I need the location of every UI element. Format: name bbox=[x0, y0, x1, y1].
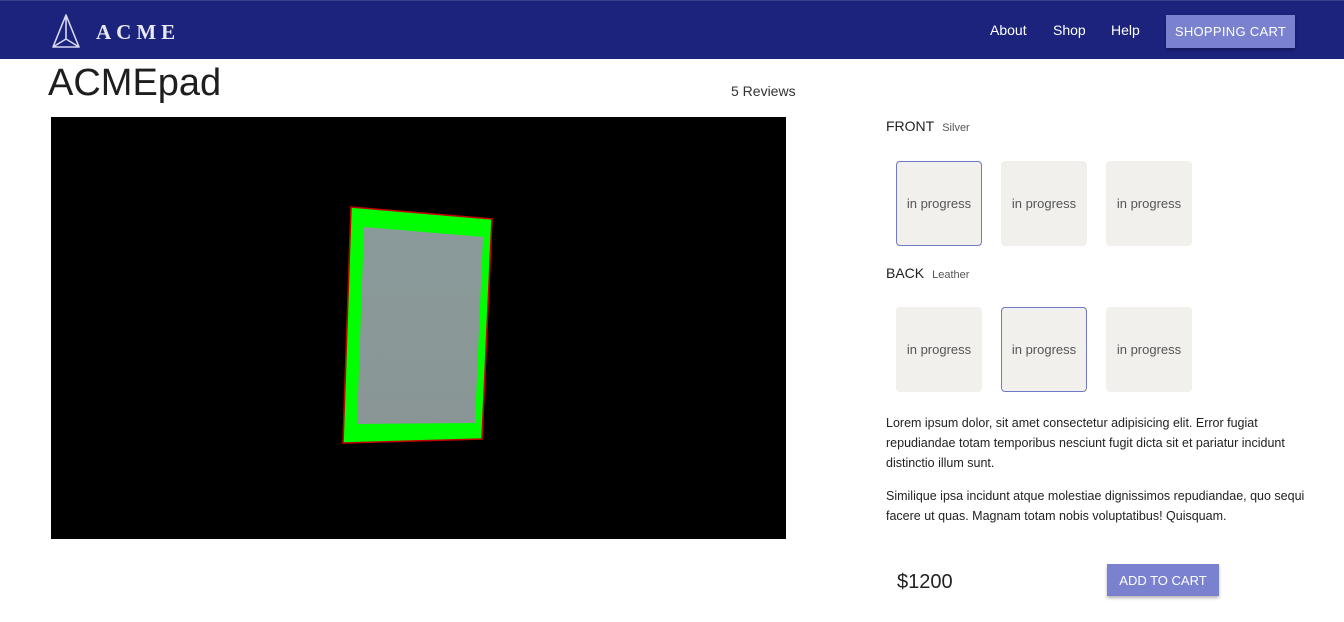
back-option-2[interactable]: in progress bbox=[1001, 307, 1087, 392]
nav-link-help[interactable]: Help bbox=[1111, 22, 1140, 38]
navbar: ACME About Shop Help SHOPPING CART bbox=[0, 0, 1344, 59]
back-selected-name: Leather bbox=[932, 269, 970, 281]
front-option-1[interactable]: in progress bbox=[896, 161, 982, 246]
front-option-label: FRONT Silver bbox=[886, 118, 970, 134]
back-option-label: BACK Leather bbox=[886, 265, 969, 281]
description-paragraph-2: Similique ipsa incidunt atque molestiae … bbox=[886, 489, 1305, 523]
reviews-link[interactable]: 5 Reviews bbox=[731, 83, 796, 99]
device-render bbox=[342, 206, 493, 444]
description-paragraph-1: Lorem ipsum dolor, sit amet consectetur … bbox=[886, 416, 1285, 470]
front-selected-name: Silver bbox=[942, 122, 970, 134]
product-3d-viewer[interactable] bbox=[51, 117, 786, 539]
back-option-1[interactable]: in progress bbox=[896, 307, 982, 392]
device-screen bbox=[357, 227, 483, 424]
brand-name[interactable]: ACME bbox=[96, 20, 180, 45]
shopping-cart-button[interactable]: SHOPPING CART bbox=[1166, 15, 1295, 48]
back-option-3[interactable]: in progress bbox=[1106, 307, 1192, 392]
acme-logo-icon[interactable] bbox=[48, 13, 84, 51]
back-label: BACK bbox=[886, 265, 925, 281]
front-label: FRONT bbox=[886, 118, 935, 134]
nav-link-about[interactable]: About bbox=[990, 22, 1027, 38]
nav-link-shop[interactable]: Shop bbox=[1053, 22, 1086, 38]
product-title: ACMEpad bbox=[48, 62, 222, 104]
front-option-3[interactable]: in progress bbox=[1106, 161, 1192, 246]
front-option-2[interactable]: in progress bbox=[1001, 161, 1087, 246]
price: $1200 bbox=[897, 571, 953, 593]
add-to-cart-button[interactable]: ADD TO CART bbox=[1107, 564, 1219, 596]
